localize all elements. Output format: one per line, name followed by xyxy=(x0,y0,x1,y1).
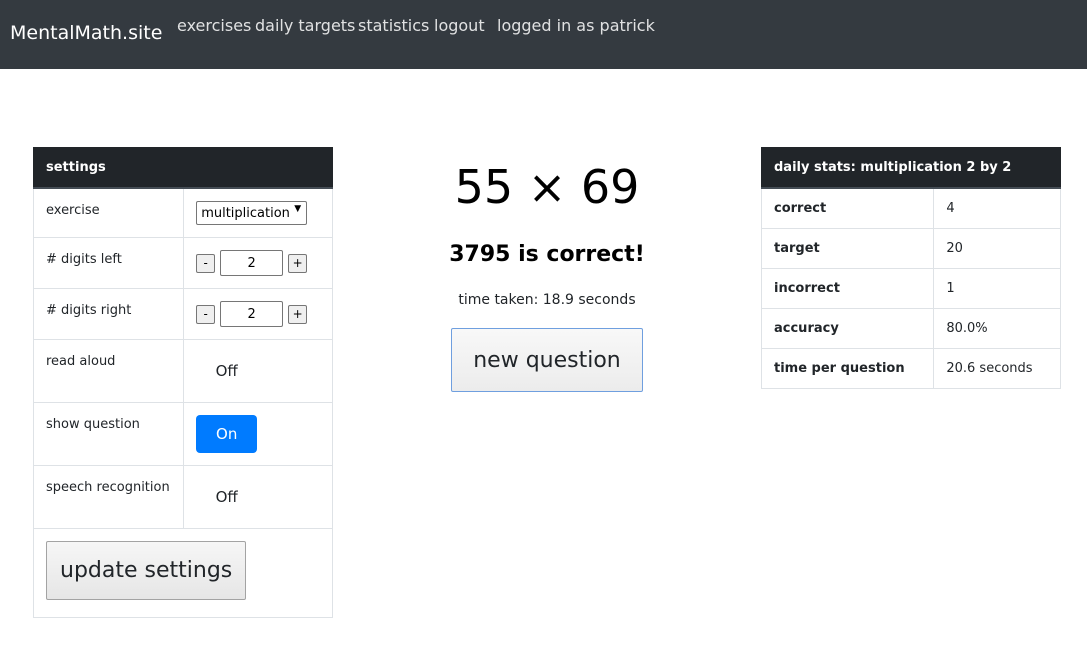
nav-daily-targets[interactable]: daily targets xyxy=(255,16,355,35)
stat-value: 80.0% xyxy=(933,308,1061,349)
digits-right-stepper: - + xyxy=(196,301,320,327)
update-settings-button[interactable]: update settings xyxy=(46,541,247,600)
stat-value: 1 xyxy=(933,268,1061,309)
exercise-select-wrap: multiplication ▼ xyxy=(196,201,308,225)
digits-right-label: # digits right xyxy=(32,288,185,340)
settings-title: settings xyxy=(33,147,333,189)
stat-key: correct xyxy=(760,187,935,229)
stat-value: 20.6 seconds xyxy=(933,348,1061,389)
stat-value: 4 xyxy=(933,187,1061,229)
brand-link[interactable]: MentalMath.site xyxy=(10,22,162,44)
settings-table: settings exercise multiplication ▼ # dig… xyxy=(32,147,333,618)
stat-value: 20 xyxy=(933,228,1061,269)
digits-left-plus-button[interactable]: + xyxy=(288,253,308,273)
digits-left-input[interactable] xyxy=(220,250,284,276)
exercise-label: exercise xyxy=(32,187,185,238)
result-message: 3795 is correct! xyxy=(449,242,645,267)
show-question-label: show question xyxy=(32,402,185,466)
stat-key: target xyxy=(760,228,935,269)
read-aloud-label: read aloud xyxy=(32,339,185,403)
digits-right-plus-button[interactable]: + xyxy=(288,304,308,324)
new-question-button[interactable]: new question xyxy=(451,328,643,392)
stat-key: incorrect xyxy=(760,268,935,309)
digits-left-stepper: - + xyxy=(196,250,320,276)
read-aloud-toggle[interactable]: Off xyxy=(196,352,257,390)
table-row: incorrect 1 xyxy=(760,268,1061,309)
digits-left-minus-button[interactable]: - xyxy=(196,253,216,273)
question-text: 55 × 69 xyxy=(454,160,640,214)
speech-recognition-toggle[interactable]: Off xyxy=(196,478,257,516)
table-row: time per question 20.6 seconds xyxy=(760,348,1061,389)
digits-left-label: # digits left xyxy=(32,237,185,289)
exercise-select[interactable]: multiplication xyxy=(196,201,308,225)
nav-exercises[interactable]: exercises xyxy=(177,16,251,35)
daily-stats-table: daily stats: multiplication 2 by 2 corre… xyxy=(760,147,1061,389)
stat-key: accuracy xyxy=(760,308,935,349)
table-row: target 20 xyxy=(760,228,1061,269)
table-row: correct 4 xyxy=(760,187,1061,229)
digits-right-input[interactable] xyxy=(220,301,284,327)
nav-logged-in-user[interactable]: logged in as patrick xyxy=(497,16,655,35)
daily-stats-title: daily stats: multiplication 2 by 2 xyxy=(761,147,1061,189)
table-row: accuracy 80.0% xyxy=(760,308,1061,349)
digits-right-minus-button[interactable]: - xyxy=(196,304,216,324)
nav-logout[interactable]: logout xyxy=(434,16,485,35)
navbar: MentalMath.site exercises daily targets … xyxy=(0,0,1087,69)
show-question-toggle[interactable]: On xyxy=(196,415,258,453)
nav-statistics[interactable]: statistics xyxy=(358,16,429,35)
speech-recognition-label: speech recognition xyxy=(32,465,185,529)
stat-key: time per question xyxy=(760,348,935,389)
time-taken: time taken: 18.9 seconds xyxy=(458,292,636,308)
